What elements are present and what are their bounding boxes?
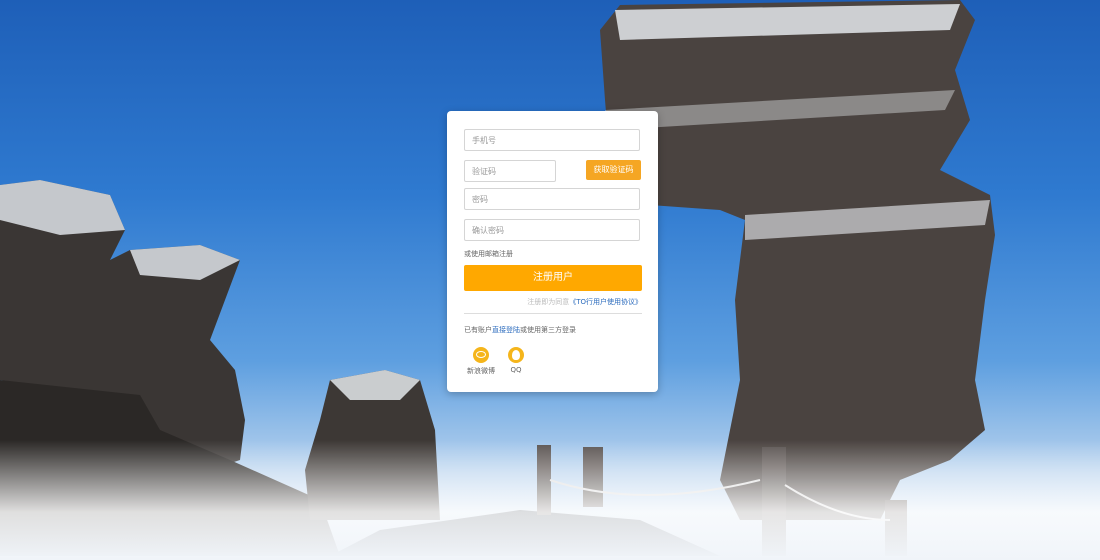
register-card: 手机号 验证码 获取验证码 密码 确认密码 或使用邮箱注册 注册用户 注册即为同… (447, 111, 658, 392)
code-input[interactable]: 验证码 (464, 160, 556, 182)
get-code-button[interactable]: 获取验证码 (586, 160, 641, 180)
divider (464, 313, 642, 314)
login-prefix: 已有账户 (464, 326, 492, 334)
password-input[interactable]: 密码 (464, 188, 640, 210)
register-button[interactable]: 注册用户 (464, 265, 642, 291)
cloud-sea (0, 440, 1100, 560)
weibo-login[interactable]: 新浪微博 (463, 347, 499, 376)
agreement-text: 注册即为同意《TO行用户使用协议》 (527, 297, 642, 307)
direct-login-link[interactable]: 直接登陆 (492, 326, 520, 334)
agreement-prefix: 注册即为同意 (527, 298, 570, 306)
qq-login[interactable]: QQ (498, 347, 534, 374)
qq-icon[interactable] (508, 347, 524, 363)
qq-label: QQ (510, 366, 522, 374)
phone-input[interactable]: 手机号 (464, 129, 640, 151)
agreement-link[interactable]: 《TO行用户使用协议》 (569, 298, 642, 306)
login-line: 已有账户直接登陆或使用第三方登录 (464, 325, 576, 335)
confirm-password-input[interactable]: 确认密码 (464, 219, 640, 241)
weibo-label: 新浪微博 (467, 367, 495, 375)
email-register-link[interactable]: 或使用邮箱注册 (464, 249, 513, 259)
login-suffix: 或使用第三方登录 (520, 326, 576, 334)
weibo-icon[interactable] (473, 347, 489, 363)
